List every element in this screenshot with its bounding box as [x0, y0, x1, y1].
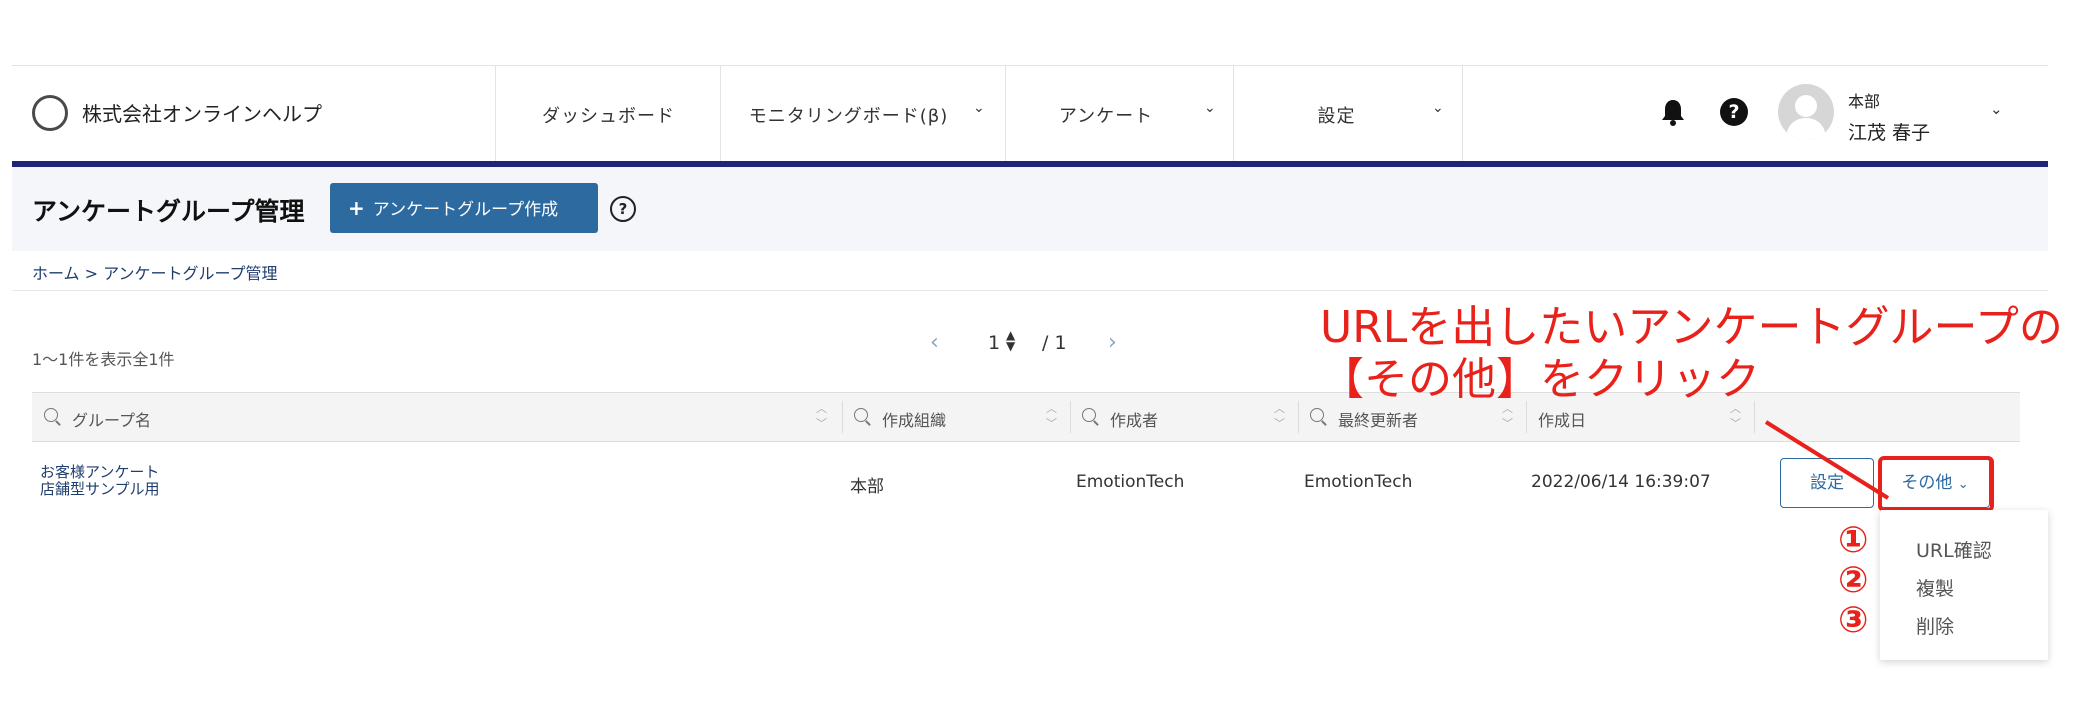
cell-updater: EmotionTech [1304, 472, 1413, 492]
annotation-text-line1: URLを出したいアンケートグループの [1320, 302, 2063, 353]
cell-created-date: 2022/06/14 16:39:07 [1531, 472, 1711, 492]
nav-monitoring-label: モニタリングボード(β) [748, 106, 949, 127]
result-count: 1〜1件を表示全1件 [32, 350, 175, 369]
user-silhouette-icon [1786, 95, 1826, 140]
avatar[interactable] [1778, 84, 1834, 140]
sort-icon[interactable]: ︿ ﹀ [1046, 401, 1057, 431]
column-label: 作成組織 [882, 411, 947, 430]
menu-item-delete[interactable]: 削除 [1916, 612, 1954, 639]
company-logo-icon [32, 95, 68, 131]
divider [12, 290, 2048, 291]
company-name: 株式会社オンラインヘルプ [82, 102, 322, 126]
column-header-group-name[interactable]: グループ名 ︿ ﹀ [32, 393, 842, 441]
search-icon [854, 408, 868, 422]
cell-creator: EmotionTech [1076, 472, 1185, 492]
user-department: 本部 [1848, 92, 1881, 111]
group-name-line1: お客様アンケート [40, 463, 160, 481]
annotation-text-line2: 【その他】をクリック [1320, 354, 1760, 405]
nav-monitoring-board[interactable]: モニタリングボード(β) ⌄ [720, 66, 1006, 162]
chevron-down-icon: ⌄ [973, 100, 986, 116]
cell-org: 本部 [850, 477, 884, 497]
chevron-down-icon: ⌄ [1204, 100, 1217, 116]
sort-icon[interactable]: ︿ ﹀ [1274, 401, 1285, 431]
nav-dashboard[interactable]: ダッシュボード [495, 66, 721, 162]
user-name: 江茂 春子 [1848, 122, 1931, 144]
create-button-label: アンケートグループ作成 [372, 200, 559, 220]
column-label: グループ名 [72, 411, 152, 430]
column-label: 作成者 [1110, 411, 1159, 430]
annotation-number-3: ③ [1838, 600, 1869, 641]
title-band [12, 167, 2048, 251]
chevron-left-icon[interactable]: ‹ [930, 330, 939, 355]
help-icon[interactable]: ? [1720, 98, 1748, 126]
sort-icon[interactable]: ︿ ﹀ [816, 401, 827, 431]
nav-survey-label: アンケート [1058, 106, 1154, 127]
other-dropdown-menu: URL確認 複製 削除 [1880, 510, 2048, 660]
nav-dashboard-label: ダッシュボード [542, 106, 675, 127]
question-icon[interactable]: ? [610, 196, 636, 222]
menu-item-url-confirm[interactable]: URL確認 [1916, 536, 1992, 563]
search-icon [1310, 408, 1324, 422]
breadcrumb-separator: > [79, 264, 104, 283]
bell-icon[interactable] [1660, 98, 1686, 126]
column-header-creator[interactable]: 作成者 ︿ ﹀ [1070, 393, 1298, 441]
chevron-right-icon[interactable]: › [1108, 330, 1117, 355]
menu-item-duplicate[interactable]: 複製 [1916, 574, 1954, 601]
page-stepper-icon[interactable]: ▲ ▼ [1006, 329, 1015, 352]
search-icon [44, 408, 58, 422]
annotation-number-1: ① [1838, 520, 1869, 561]
nav-settings-label: 設定 [1317, 106, 1356, 127]
breadcrumb-current: アンケートグループ管理 [103, 264, 278, 283]
page-title: アンケートグループ管理 [32, 197, 305, 226]
nav-settings[interactable]: 設定 ⌄ [1233, 66, 1463, 162]
pager-total: / 1 [1042, 332, 1067, 354]
annotation-number-2: ② [1838, 560, 1869, 601]
annotation-arrow-line [1764, 420, 1890, 500]
group-name-link[interactable]: お客様アンケート 店舗型サンプル用 [40, 464, 160, 498]
create-survey-group-button[interactable]: + アンケートグループ作成 [330, 183, 598, 233]
breadcrumb-home[interactable]: ホーム [32, 264, 80, 283]
chevron-down-icon[interactable]: ⌄ [1990, 100, 2003, 118]
column-header-org[interactable]: 作成組織 ︿ ﹀ [842, 393, 1070, 441]
pager-current-page[interactable]: 1 [988, 332, 1000, 354]
plus-icon: + [348, 196, 365, 220]
group-name-line2: 店舗型サンプル用 [40, 480, 160, 498]
chevron-down-icon: ⌄ [1432, 100, 1445, 116]
column-label: 最終更新者 [1338, 411, 1419, 430]
column-label: 作成日 [1538, 411, 1587, 430]
nav-survey[interactable]: アンケート ⌄ [1005, 66, 1234, 162]
breadcrumb: ホーム > アンケートグループ管理 [32, 260, 278, 284]
search-icon [1082, 408, 1096, 422]
